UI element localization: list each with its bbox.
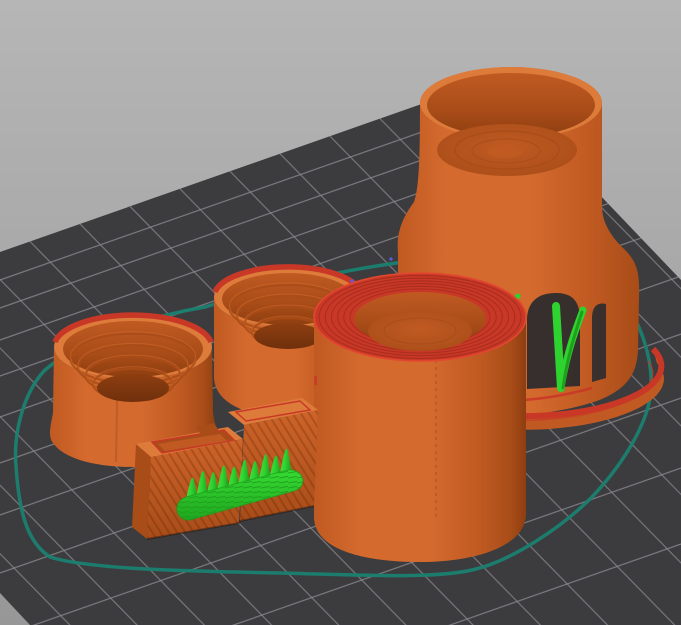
seam-marker-dot: [350, 279, 354, 283]
slicer-3d-viewport[interactable]: [0, 0, 681, 625]
ring-left-hole: [97, 374, 169, 402]
cylinder-red-seam: [314, 376, 317, 385]
ring-mid-hole: [254, 323, 322, 349]
adapter-window-far-right: [592, 303, 606, 382]
adapter-floor-center: [487, 146, 523, 158]
model-front-cylinder[interactable]: [313, 257, 527, 562]
seam-marker-dot: [389, 257, 393, 261]
